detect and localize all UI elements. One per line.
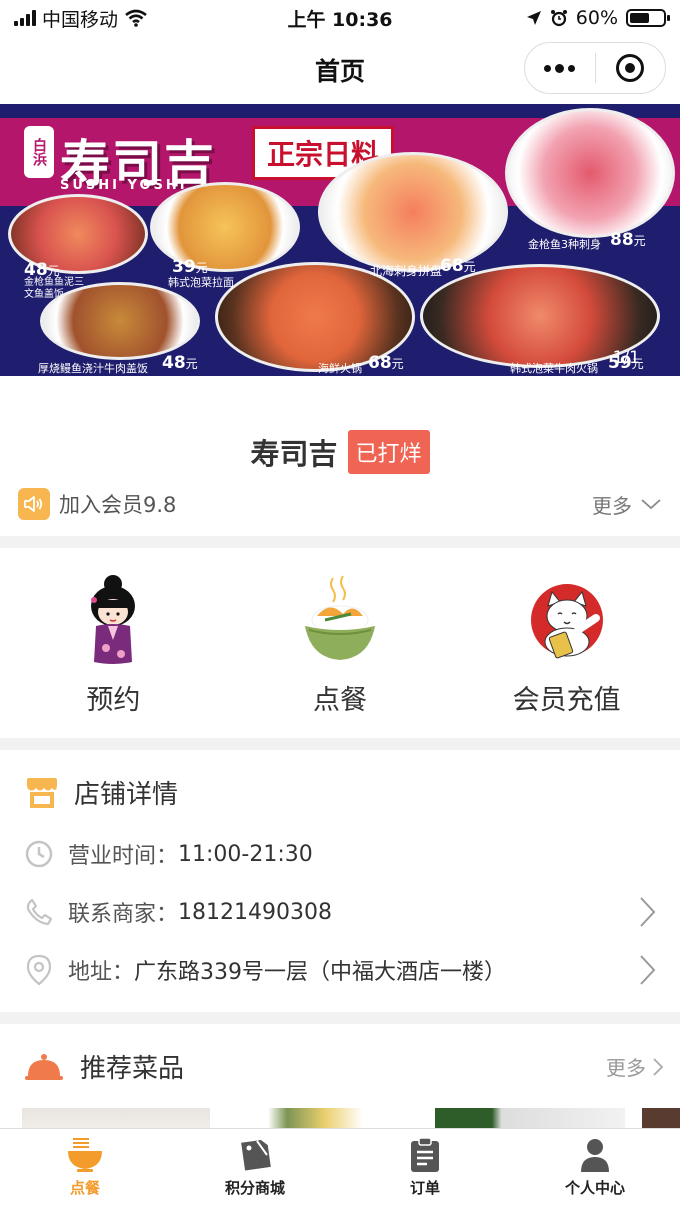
member-recharge-button[interactable]: 会员充值 xyxy=(453,548,680,738)
tab-points-mall-label: 积分商城 xyxy=(224,1179,285,1197)
reservation-label: 预约 xyxy=(86,685,141,716)
banner-dish-label: 金枪鱼3种刺身 xyxy=(528,238,601,251)
mini-program-capsule xyxy=(524,42,666,94)
contact-row[interactable]: 联系商家： 18121490308 xyxy=(24,892,656,932)
target-icon xyxy=(616,54,645,82)
recommended-dishes: 推荐菜品 更多 xyxy=(0,1024,680,1128)
banner-dish-label: 厚烧鳗鱼浇汁牛肉盖饭 xyxy=(38,362,148,375)
store-name: 寿司吉 xyxy=(250,437,338,471)
address-row[interactable]: 地址： 广东路339号一层（中福大酒店一楼） xyxy=(24,950,656,990)
business-hours-row: 营业时间： 11:00-21:30 xyxy=(24,834,656,874)
cloche-icon xyxy=(25,1053,63,1080)
location-pin-icon xyxy=(26,954,52,986)
chevron-right-icon xyxy=(640,955,656,985)
chevron-right-icon xyxy=(640,897,656,927)
quick-actions: 预约 点餐 会员充值 xyxy=(0,548,680,738)
tab-profile-label: 个人中心 xyxy=(564,1179,625,1197)
tab-points-mall[interactable]: 积分商城 xyxy=(170,1129,340,1208)
store-header: 寿司吉 已打烊 加入会员9.8 更多 xyxy=(0,376,680,536)
shop-icon xyxy=(27,777,57,808)
tab-bar: 点餐 积分商城 订单 个人中心 xyxy=(0,1128,680,1208)
battery-percent: 60% xyxy=(575,7,618,29)
alarm-icon xyxy=(550,10,567,27)
chevron-right-icon xyxy=(653,1057,664,1076)
recommended-more-label: 更多 xyxy=(606,1056,646,1080)
rice-bowl-icon xyxy=(295,570,385,670)
tab-orders-label: 订单 xyxy=(409,1179,440,1197)
banner-dish-label: 金枪鱼鱼泥三文鱼盖饭 xyxy=(24,277,84,300)
dish-image xyxy=(505,108,675,238)
business-hours-label: 营业时间： xyxy=(68,844,179,869)
promo-banner[interactable]: 白浜 寿司吉 SUSHI YOSHI 正宗日料 48元 金枪鱼鱼泥三文鱼盖饭 3… xyxy=(0,104,680,376)
dish-thumbnail[interactable] xyxy=(642,1108,680,1128)
banner-slide-counter: 1/1 xyxy=(612,348,640,368)
carrier-label: 中国移动 xyxy=(42,8,119,31)
recommended-header: 推荐菜品 xyxy=(24,1048,184,1085)
chevron-down-icon xyxy=(641,499,661,510)
banner-price: 48元 xyxy=(162,353,198,373)
banner-price: 88元 xyxy=(610,230,646,250)
notice-more-button[interactable]: 更多 xyxy=(592,490,662,519)
order-food-button[interactable]: 点餐 xyxy=(227,548,454,738)
dish-thumbnail[interactable] xyxy=(230,1108,420,1128)
banner-price: 68元 xyxy=(368,353,404,373)
notice-more-label: 更多 xyxy=(592,493,632,518)
kokeshi-doll-icon xyxy=(68,570,158,670)
status-bar: 中国移动 上午 10:36 60% xyxy=(0,0,680,36)
dish-thumbnail[interactable] xyxy=(22,1108,210,1128)
wifi-icon xyxy=(125,9,147,27)
status-badge: 已打烊 xyxy=(347,430,430,474)
reservation-button[interactable]: 预约 xyxy=(0,548,227,738)
address-value: 广东路339号一层（中福大酒店一楼） xyxy=(134,960,507,985)
tab-order-label: 点餐 xyxy=(69,1179,100,1197)
close-mini-program-button[interactable] xyxy=(596,43,666,93)
banner-dish-label: 韩式泡菜拉面 xyxy=(168,276,234,289)
notice-text: 加入会员9.8 xyxy=(59,493,177,517)
tab-orders[interactable]: 订单 xyxy=(340,1129,510,1208)
battery-icon xyxy=(626,9,670,27)
tag-icon xyxy=(241,1140,271,1171)
address-label: 地址： xyxy=(68,960,135,985)
contact-phone: 18121490308 xyxy=(178,899,332,925)
recommended-more-button[interactable]: 更多 xyxy=(606,1052,664,1081)
dish-image xyxy=(318,152,508,272)
more-menu-button[interactable] xyxy=(525,43,595,93)
brand-badge: 白浜 xyxy=(24,126,54,178)
recommended-title: 推荐菜品 xyxy=(80,1054,185,1084)
lucky-cat-icon xyxy=(522,570,612,670)
business-hours-value: 11:00-21:30 xyxy=(178,841,313,867)
notice-bar[interactable]: 加入会员9.8 更多 xyxy=(18,486,662,522)
signal-icon xyxy=(14,10,36,26)
speaker-icon xyxy=(18,488,50,520)
ellipsis-icon xyxy=(544,63,576,73)
dish-thumbnail[interactable] xyxy=(435,1108,625,1128)
tab-profile[interactable]: 个人中心 xyxy=(510,1129,680,1208)
noodle-bowl-icon xyxy=(68,1138,102,1172)
contact-label: 联系商家： xyxy=(68,902,179,927)
page-title: 首页 xyxy=(314,57,365,86)
order-food-label: 点餐 xyxy=(313,685,367,716)
store-details-header: 店铺详情 xyxy=(24,774,178,811)
banner-price: 68元 xyxy=(440,256,476,276)
banner-brand-name-en: SUSHI YOSHI xyxy=(60,178,188,193)
tab-order[interactable]: 点餐 xyxy=(0,1129,170,1208)
store-details-title: 店铺详情 xyxy=(74,780,179,810)
banner-dish-label: 北海刺身拼盘 xyxy=(370,264,443,278)
banner-dish-label: 韩式泡菜牛肉火锅 xyxy=(510,362,598,375)
location-arrow-icon xyxy=(526,11,541,25)
clipboard-icon xyxy=(411,1137,439,1172)
user-icon xyxy=(581,1139,609,1172)
nav-bar: 首页 xyxy=(0,36,680,104)
clock-icon xyxy=(25,840,53,868)
member-recharge-label: 会员充值 xyxy=(512,685,621,716)
phone-icon xyxy=(26,898,53,926)
banner-dish-label: 海鲜火锅 xyxy=(318,362,362,375)
store-details: 店铺详情 营业时间： 11:00-21:30 联系商家： 18121490308… xyxy=(0,750,680,1012)
status-time: 上午 10:36 xyxy=(287,8,393,31)
